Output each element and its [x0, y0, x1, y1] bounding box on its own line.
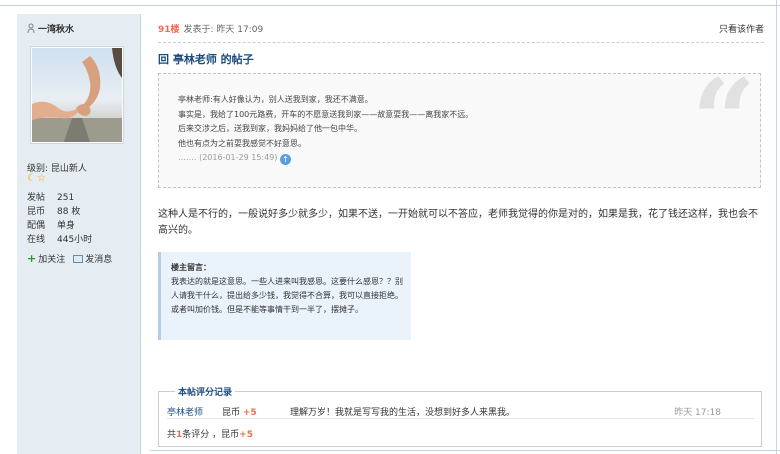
- quote-line: 事实是，我给了100元路费，开车的不愿意送我到家——故意耍我——离我家不远。: [178, 109, 474, 119]
- rating-reason: 理解万岁！我就是写写我的生活，没想到好多人来黑我。: [290, 407, 516, 418]
- post-meta: 91楼 发表于: 昨天 17:09: [158, 22, 263, 35]
- quote-line: 亭林老师:有人好像认为，别人送我到家，我还不满意。: [178, 95, 373, 104]
- rating-summary: 共1条评分 ，昆币+5: [167, 427, 253, 440]
- summary-prefix: 共: [167, 430, 177, 440]
- author-reply: 楼主留言： 我表达的就是这意思。一些人进来叫我感恩。这要什么感恩？？别人请我干什…: [158, 252, 411, 340]
- stat-value: 445小时: [57, 235, 93, 245]
- level-stars: ☾☆: [27, 173, 47, 184]
- quote-text: 亭林老师:有人好像认为，别人送我到家，我还不满意。 事实是，我给了100元路费，…: [178, 93, 473, 166]
- reply-text: 我表达的就是这意思。一些人进来叫我感恩。这要什么感恩？？别人请我干什么，提出给多…: [171, 277, 403, 314]
- user-info-panel: 一湾秋水 级别: 昆山新人 ☾☆ 发帖 251 昆币 88 枚 配偶 单身 在线 445…: [17, 14, 141, 454]
- plus-icon: +: [27, 252, 37, 265]
- go-to-post-icon[interactable]: ↑: [279, 154, 291, 166]
- follow-label: 加关注: [38, 255, 66, 265]
- username[interactable]: 一湾秋水: [27, 22, 74, 35]
- post-time: 发表于: 昨天 17:09: [183, 24, 264, 35]
- post-body: 这种人是不行的，一般说好多少就多少，如果不送，一开始就可以不答应，老师我觉得的你…: [158, 209, 758, 236]
- stat-row: 在线 445小时: [27, 233, 92, 247]
- avatar-image: [32, 48, 122, 142]
- quote-footer: ……. (2016-01-29 15:49) ↑: [178, 151, 473, 166]
- message-label: 发消息: [85, 255, 113, 265]
- post-header: 91楼 发表于: 昨天 17:09 只看该作者: [158, 14, 764, 43]
- user-actions: + 加关注 发消息: [27, 252, 112, 265]
- rating-record: 本帖评分记录 亭林老师 昆币 +5 理解万岁！我就是写写我的生活，没想到好多人来…: [158, 385, 762, 447]
- post-title: 回 亭林老师 的帖子: [158, 53, 254, 66]
- bottom-divider: [150, 450, 780, 451]
- username-text: 一湾秋水: [38, 25, 75, 35]
- quote-time: ……. (2016-01-29 15:49): [178, 153, 278, 163]
- floor-number[interactable]: 91楼: [158, 25, 180, 35]
- stat-key: 发帖: [27, 193, 46, 203]
- follow-button[interactable]: + 加关注: [27, 252, 65, 265]
- quote-line: 他也有点为之前耍我感觉不好意思。: [178, 138, 306, 148]
- user-icon: [27, 23, 35, 33]
- reply-title: 楼主留言：: [171, 263, 211, 272]
- rating-user[interactable]: 亭林老师: [167, 405, 222, 418]
- only-author-link[interactable]: 只看该作者: [719, 22, 764, 35]
- stat-key: 配偶: [27, 221, 46, 231]
- star-icon: ☆: [36, 173, 47, 184]
- moon-icon: ☾: [27, 173, 37, 184]
- stat-value: 88 枚: [57, 207, 81, 217]
- top-strip: [0, 0, 780, 6]
- stat-key: 在线: [27, 235, 46, 245]
- rating-row: 亭林老师 昆币 +5 理解万岁！我就是写写我的生活，没想到好多人来黑我。 昨天 …: [167, 404, 755, 419]
- stat-value: 251: [57, 193, 75, 203]
- mail-icon: [73, 254, 84, 263]
- quote-mark-icon: “: [691, 56, 756, 187]
- post-content: 91楼 发表于: 昨天 17:09 只看该作者 回 亭林老师 的帖子 “ 亭林老师…: [158, 14, 764, 447]
- summary-mid: 条评分 ，昆币: [182, 430, 240, 440]
- send-message-button[interactable]: 发消息: [73, 252, 112, 265]
- stat-key: 昆币: [27, 207, 46, 217]
- rating-legend: 本帖评分记录: [175, 385, 236, 398]
- avatar[interactable]: [30, 46, 124, 144]
- stat-row: 昆币 88 枚: [27, 205, 92, 219]
- rating-amount: +5: [242, 407, 257, 418]
- rating-currency: 昆币: [222, 407, 241, 418]
- stat-row: 发帖 251: [27, 191, 92, 205]
- rating-time: 昨天 17:18: [674, 407, 721, 418]
- quote-block: “ 亭林老师:有人好像认为，别人送我到家，我还不满意。 事实是，我给了100元路…: [158, 66, 761, 188]
- summary-total: +5: [239, 430, 253, 440]
- stat-row: 配偶 单身: [27, 219, 92, 233]
- stat-value: 单身: [57, 221, 76, 231]
- right-border: [776, 0, 777, 454]
- quote-line: 后来交涉之后，送我到家，我妈妈给了他一包中华。: [178, 124, 362, 134]
- user-stats: 发帖 251 昆币 88 枚 配偶 单身 在线 445小时: [27, 191, 92, 247]
- rating-score: 昆币 +5: [222, 405, 290, 418]
